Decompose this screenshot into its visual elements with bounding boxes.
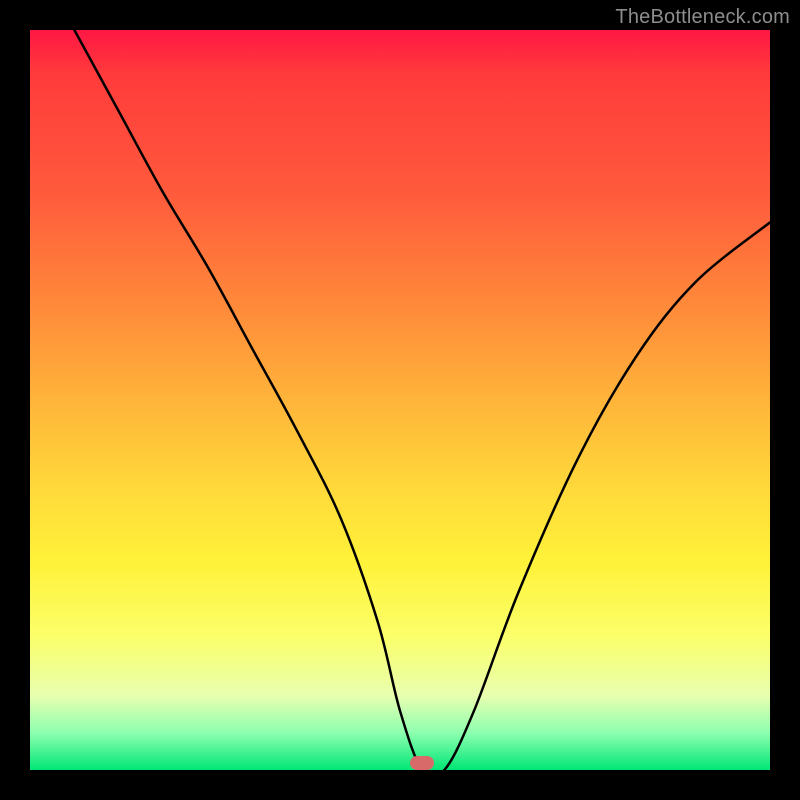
curve-svg [30, 30, 770, 770]
plot-area [30, 30, 770, 770]
chart-container: TheBottleneck.com [0, 0, 800, 800]
watermark-text: TheBottleneck.com [615, 6, 790, 29]
bottleneck-curve [74, 30, 770, 770]
trough-marker [410, 756, 434, 770]
